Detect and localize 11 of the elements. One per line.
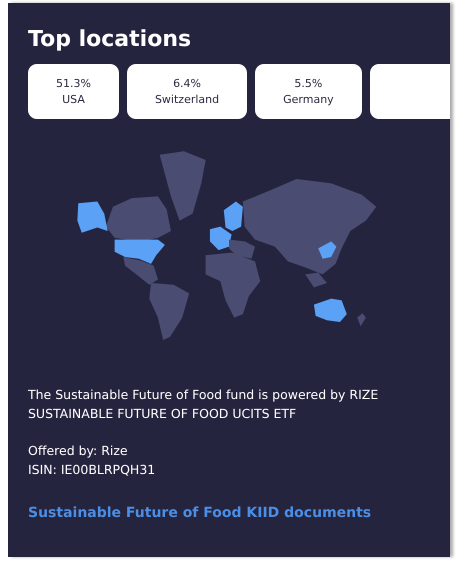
fund-detail: ISIN: IE00BLRPQH31 xyxy=(28,461,156,479)
fund-description: The Sustainable Future of Food fund is powered by RIZE SUSTAINABLE FUTURE OF FOOD UCITS ETF xyxy=(28,386,380,423)
documents-link[interactable]: Sustainable Future of Food KIID documents xyxy=(28,505,372,521)
location-country: Switzerland xyxy=(154,93,220,106)
location-country: Germany xyxy=(283,93,334,106)
location-share: 51.3% xyxy=(56,77,91,90)
location-share: 5.5% xyxy=(294,77,322,90)
location-share: 6.4% xyxy=(173,77,202,90)
fund-detail: Offered by: Rize xyxy=(28,442,128,460)
section-title: Top locations xyxy=(28,27,192,52)
location-country: USA xyxy=(62,93,85,106)
